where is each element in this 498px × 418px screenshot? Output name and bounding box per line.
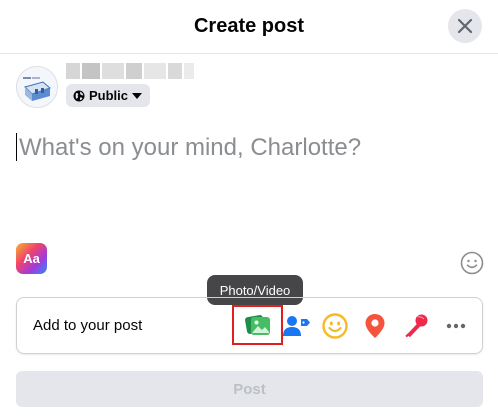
feeling-activity-icon [322, 313, 348, 339]
text-caret [16, 133, 17, 161]
emoji-button[interactable] [460, 251, 484, 275]
caret-down-icon [132, 92, 143, 99]
avatar-image-icon [17, 67, 57, 107]
user-meta: Public [66, 63, 194, 108]
photo-video-icon [244, 315, 270, 335]
check-in-icon [365, 314, 385, 338]
post-button[interactable]: Post [16, 371, 483, 407]
check-in-button[interactable] [357, 308, 393, 344]
dialog-title: Create post [193, 15, 305, 37]
user-name-redacted [66, 63, 194, 79]
text-format-button[interactable]: Aa [16, 243, 47, 274]
globe-icon [73, 90, 85, 101]
live-video-icon [405, 314, 428, 338]
user-row: Public [16, 63, 194, 108]
post-composer[interactable]: What's on your mind, Charlotte? [16, 130, 482, 220]
close-button[interactable] [448, 9, 482, 43]
add-to-post-panel: Add to your post [16, 297, 483, 354]
feeling-activity-button[interactable] [317, 308, 353, 344]
photo-video-button[interactable] [232, 305, 283, 345]
tag-people-button[interactable] [279, 308, 315, 344]
smiley-outline-icon [460, 251, 484, 275]
dialog-header: Create post [0, 0, 498, 54]
composer-placeholder: What's on your mind, Charlotte? [19, 134, 362, 161]
add-to-post-label: Add to your post [33, 317, 143, 334]
live-video-button[interactable] [398, 308, 434, 344]
post-button-label: Post [233, 380, 266, 398]
text-format-label: Aa [23, 251, 40, 266]
avatar[interactable] [16, 66, 58, 108]
privacy-selector[interactable]: Public [66, 84, 151, 107]
more-icon [446, 323, 466, 329]
privacy-label: Public [89, 88, 129, 103]
close-icon [457, 18, 473, 34]
tag-people-icon [283, 316, 310, 336]
tooltip-text: Photo/Video [219, 282, 291, 298]
more-options-button[interactable] [438, 308, 474, 344]
